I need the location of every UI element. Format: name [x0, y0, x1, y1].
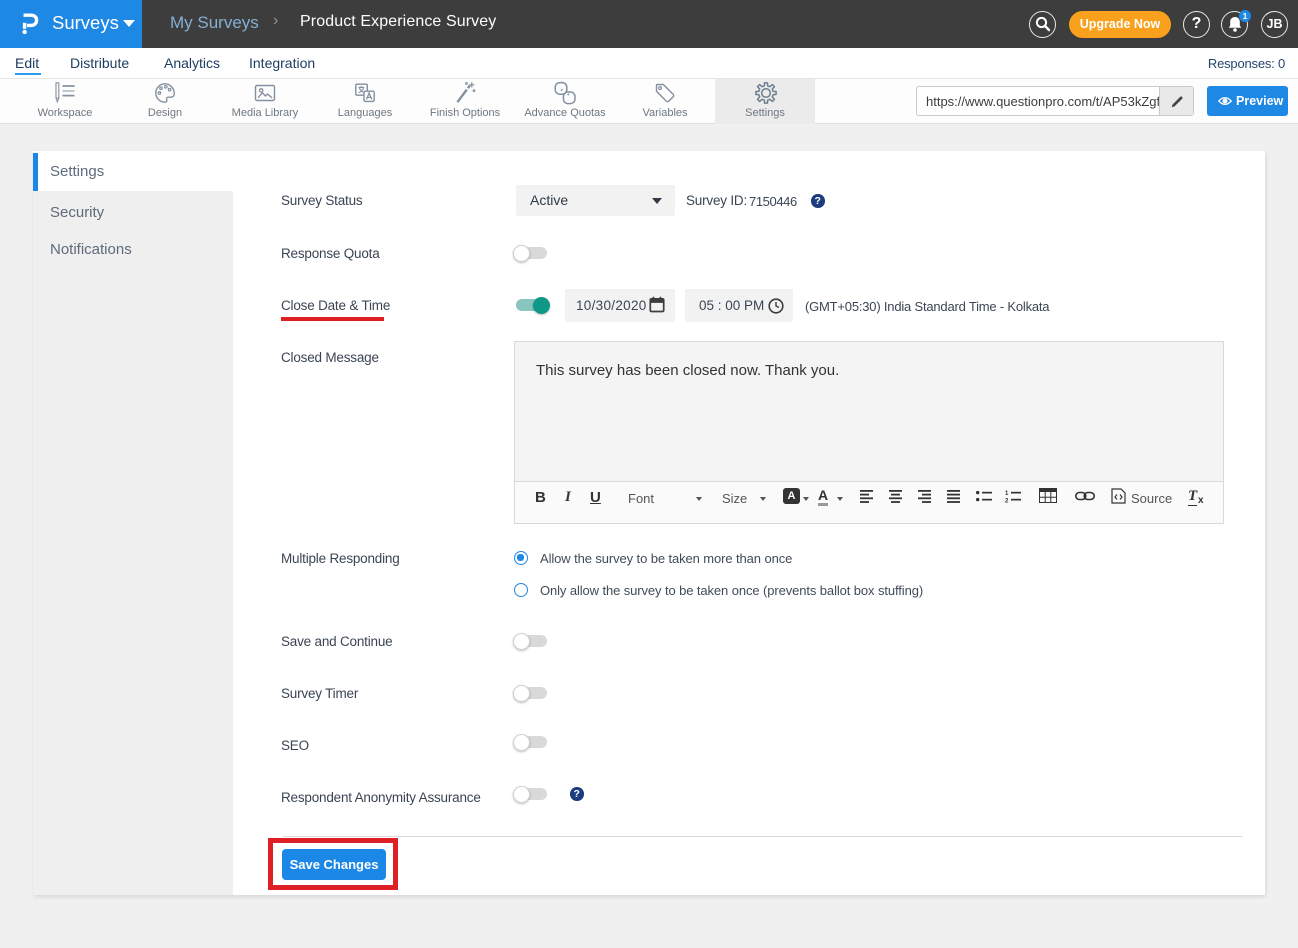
svg-text:2: 2	[1005, 499, 1009, 504]
svg-text:1: 1	[1005, 491, 1009, 497]
